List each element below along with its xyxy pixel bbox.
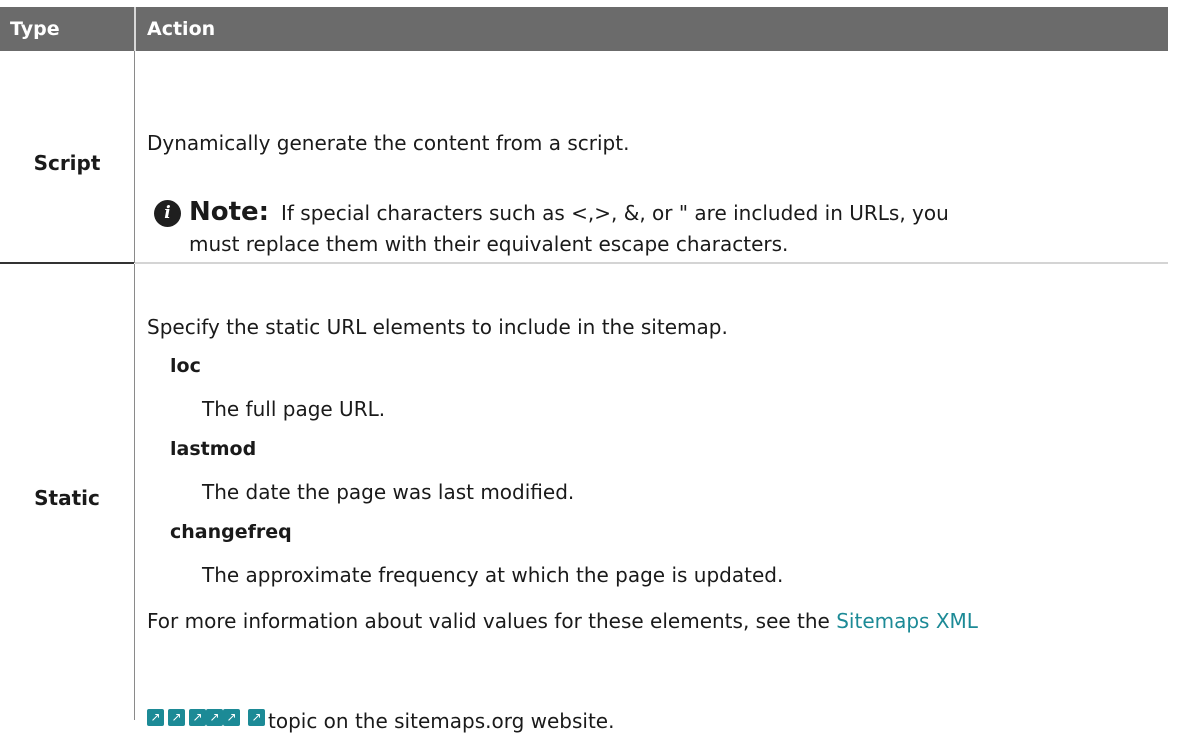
sitemaps-xml-link[interactable]: Sitemaps XML bbox=[836, 609, 978, 633]
header-action: Action bbox=[147, 18, 216, 40]
external-link-icon[interactable]: ↗ bbox=[189, 709, 206, 726]
note-text-line1: If special characters such as <,>, &, or… bbox=[281, 201, 949, 225]
external-link-icon[interactable]: ↗ bbox=[223, 709, 240, 726]
external-link-icon[interactable]: ↗ bbox=[206, 709, 223, 726]
definition-loc: The full page URL. bbox=[202, 397, 386, 421]
row-separator bbox=[135, 262, 1168, 264]
row-type-static: Static bbox=[34, 486, 100, 510]
header-type: Type bbox=[10, 18, 60, 40]
note-label: Note: bbox=[189, 197, 270, 227]
definition-lastmod: The date the page was last modified. bbox=[202, 480, 575, 504]
script-description: Dynamically generate the content from a … bbox=[147, 131, 630, 155]
parameters-table: Type Action Script Dynamically generate … bbox=[0, 0, 1177, 733]
external-link-icon[interactable]: ↗ bbox=[248, 709, 265, 726]
static-description: Specify the static URL elements to inclu… bbox=[147, 315, 728, 339]
column-divider bbox=[134, 51, 135, 263]
info-icon: i bbox=[154, 200, 181, 227]
more-info-line1: For more information about valid values … bbox=[147, 607, 978, 635]
header-divider bbox=[134, 7, 136, 51]
external-link-icon[interactable]: ↗ bbox=[147, 709, 164, 726]
term-changefreq: changefreq bbox=[170, 521, 292, 543]
definition-changefreq: The approximate frequency at which the p… bbox=[202, 563, 784, 587]
table-header: Type Action bbox=[0, 7, 1168, 51]
external-link-icon[interactable]: ↗ bbox=[168, 709, 185, 726]
more-info-prefix: For more information about valid values … bbox=[147, 609, 837, 633]
column-divider bbox=[134, 264, 135, 720]
row-separator bbox=[0, 262, 134, 264]
row-type-script: Script bbox=[33, 151, 101, 175]
note-text-line2: must replace them with their equivalent … bbox=[189, 232, 789, 256]
more-info-line2: topic on the sitemaps.org website. bbox=[268, 709, 615, 733]
term-lastmod: lastmod bbox=[170, 438, 257, 460]
term-loc: loc bbox=[170, 355, 201, 377]
